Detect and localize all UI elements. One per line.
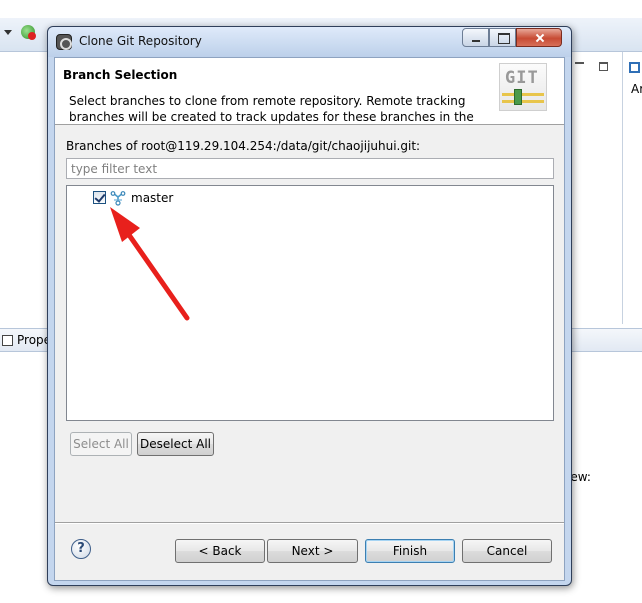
dialog-titlebar[interactable]: Clone Git Repository [48,27,571,57]
git-logo: GIT [499,63,547,111]
maximize-button[interactable] [489,28,516,47]
wizard-page-description: Select branches to clone from remote rep… [69,94,474,124]
view-controls [575,62,615,74]
minimize-view-icon[interactable] [575,62,584,64]
properties-icon [2,335,13,346]
branch-name: master [131,191,174,205]
wizard-header: Branch Selection Select branches to clon… [55,58,564,125]
run-debug-icon[interactable] [21,25,36,40]
branch-tree[interactable]: master [66,185,554,421]
next-button[interactable]: Next > [267,539,358,563]
git-logo-text: GIT [505,68,539,88]
branch-checkbox[interactable] [93,191,106,204]
dropdown-arrow-icon[interactable] [4,30,12,35]
finish-button[interactable]: Finish [365,539,455,563]
minimize-button[interactable] [462,28,489,47]
dialog-title: Clone Git Repository [79,34,202,48]
right-panel-label: Ar [631,82,642,96]
maximize-view-icon[interactable] [599,62,608,71]
properties-tab[interactable]: Prope [17,333,51,347]
branch-icon [110,191,126,206]
back-button[interactable]: < Back [175,539,265,563]
help-icon[interactable]: ? [71,539,91,559]
filter-input[interactable] [66,158,554,179]
deselect-all-button[interactable]: Deselect All [137,432,214,456]
select-all-button[interactable]: Select All [70,432,132,456]
clone-git-repository-dialog: Clone Git Repository Branch Selection Se… [47,26,572,586]
cancel-button[interactable]: Cancel [462,539,552,563]
wizard-page-title: Branch Selection [63,68,178,82]
dialog-client-area: Branch Selection Select branches to clon… [54,57,565,581]
close-button[interactable] [516,28,562,47]
eclipse-icon [56,34,72,50]
background-right-panel: Ar [622,52,642,324]
footer-separator [55,522,564,524]
branches-label: Branches of root@119.29.104.254:/data/gi… [66,139,421,153]
outline-icon[interactable] [629,62,640,73]
